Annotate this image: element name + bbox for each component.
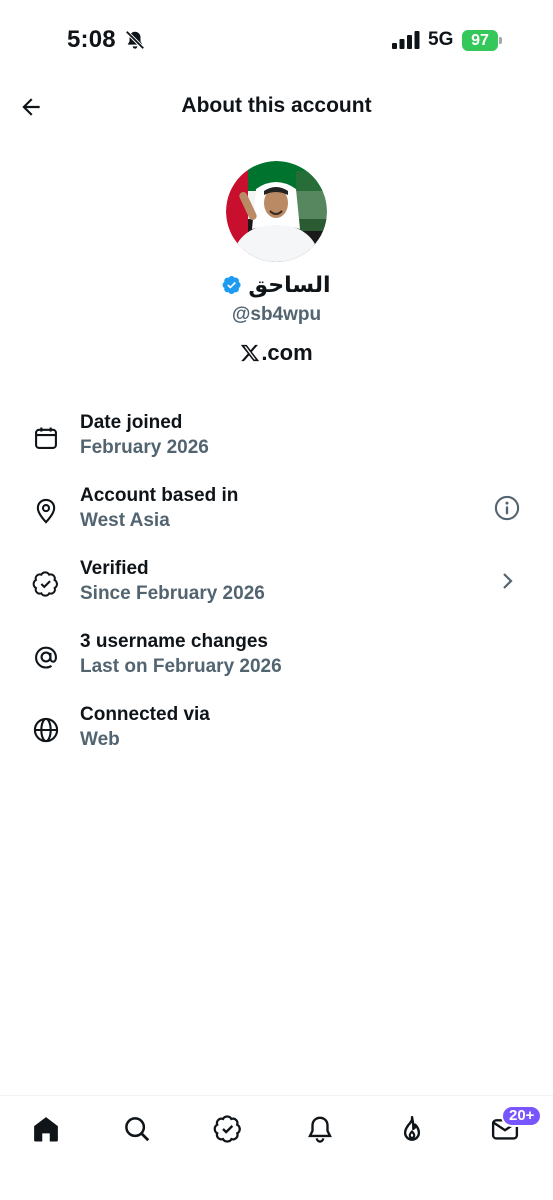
display-name-row: الساحق: [0, 272, 553, 298]
chevron-right-icon: [503, 573, 513, 589]
nav-home[interactable]: [29, 1112, 63, 1146]
calendar-icon: [35, 427, 57, 449]
row-title: Verified: [80, 558, 149, 579]
bell-icon: [308, 1116, 332, 1143]
row-username-changes: 3 username changes Last on February 2026: [0, 631, 553, 687]
info-icon: [494, 495, 520, 521]
flame-icon: [403, 1115, 421, 1141]
avatar-image: [226, 161, 327, 262]
row-subtitle: Since February 2026: [80, 583, 265, 604]
cellular-signal-icon: [392, 31, 420, 49]
row-title: Account based in: [80, 485, 239, 506]
bell-slash-icon: [125, 30, 145, 50]
page-title: About this account: [181, 94, 372, 117]
chevron-button[interactable]: [492, 566, 522, 596]
messages-badge: 20+: [501, 1105, 543, 1127]
row-date-joined: Date joined February 2026: [0, 412, 553, 468]
row-subtitle: Web: [80, 729, 120, 750]
nav-grok[interactable]: [395, 1112, 429, 1146]
row-subtitle: February 2026: [80, 437, 209, 458]
domain-row: .com: [0, 340, 553, 366]
x-logo-icon: [241, 344, 260, 362]
battery-indicator: 97: [462, 30, 498, 51]
row-subtitle: Last on February 2026: [80, 656, 282, 677]
nav-verified[interactable]: [211, 1112, 245, 1146]
row-title: 3 username changes: [80, 631, 268, 652]
nav-notifications[interactable]: [303, 1112, 337, 1146]
status-time: 5:08: [67, 26, 116, 53]
row-account-based-in: Account based in West Asia: [0, 485, 553, 541]
nav-search[interactable]: [120, 1112, 154, 1146]
verified-icon: [213, 1115, 241, 1143]
status-bar: 5:08 5G 97: [0, 0, 553, 82]
bottom-nav: 20+: [0, 1095, 553, 1200]
battery-level: 97: [471, 32, 489, 49]
network-type: 5G: [428, 29, 454, 50]
username: @sb4wpu: [231, 304, 322, 325]
verified-badge-icon: [32, 571, 58, 597]
row-title: Connected via: [80, 704, 210, 725]
home-icon: [34, 1117, 58, 1142]
display-name: الساحق: [248, 272, 331, 297]
location-pin-icon: [36, 498, 56, 524]
at-sign-icon: [35, 646, 57, 669]
battery-tip: [499, 37, 502, 44]
avatar[interactable]: [226, 161, 327, 262]
info-button[interactable]: [492, 493, 522, 523]
row-subtitle: West Asia: [80, 510, 170, 531]
domain-text: .com: [261, 340, 313, 365]
row-title: Date joined: [80, 412, 183, 433]
header: About this account: [0, 82, 553, 132]
row-connected-via: Connected via Web: [0, 704, 553, 760]
globe-icon: [33, 717, 59, 743]
row-verified[interactable]: Verified Since February 2026: [0, 558, 553, 614]
search-icon: [125, 1117, 150, 1142]
verified-badge-icon: [223, 276, 242, 294]
